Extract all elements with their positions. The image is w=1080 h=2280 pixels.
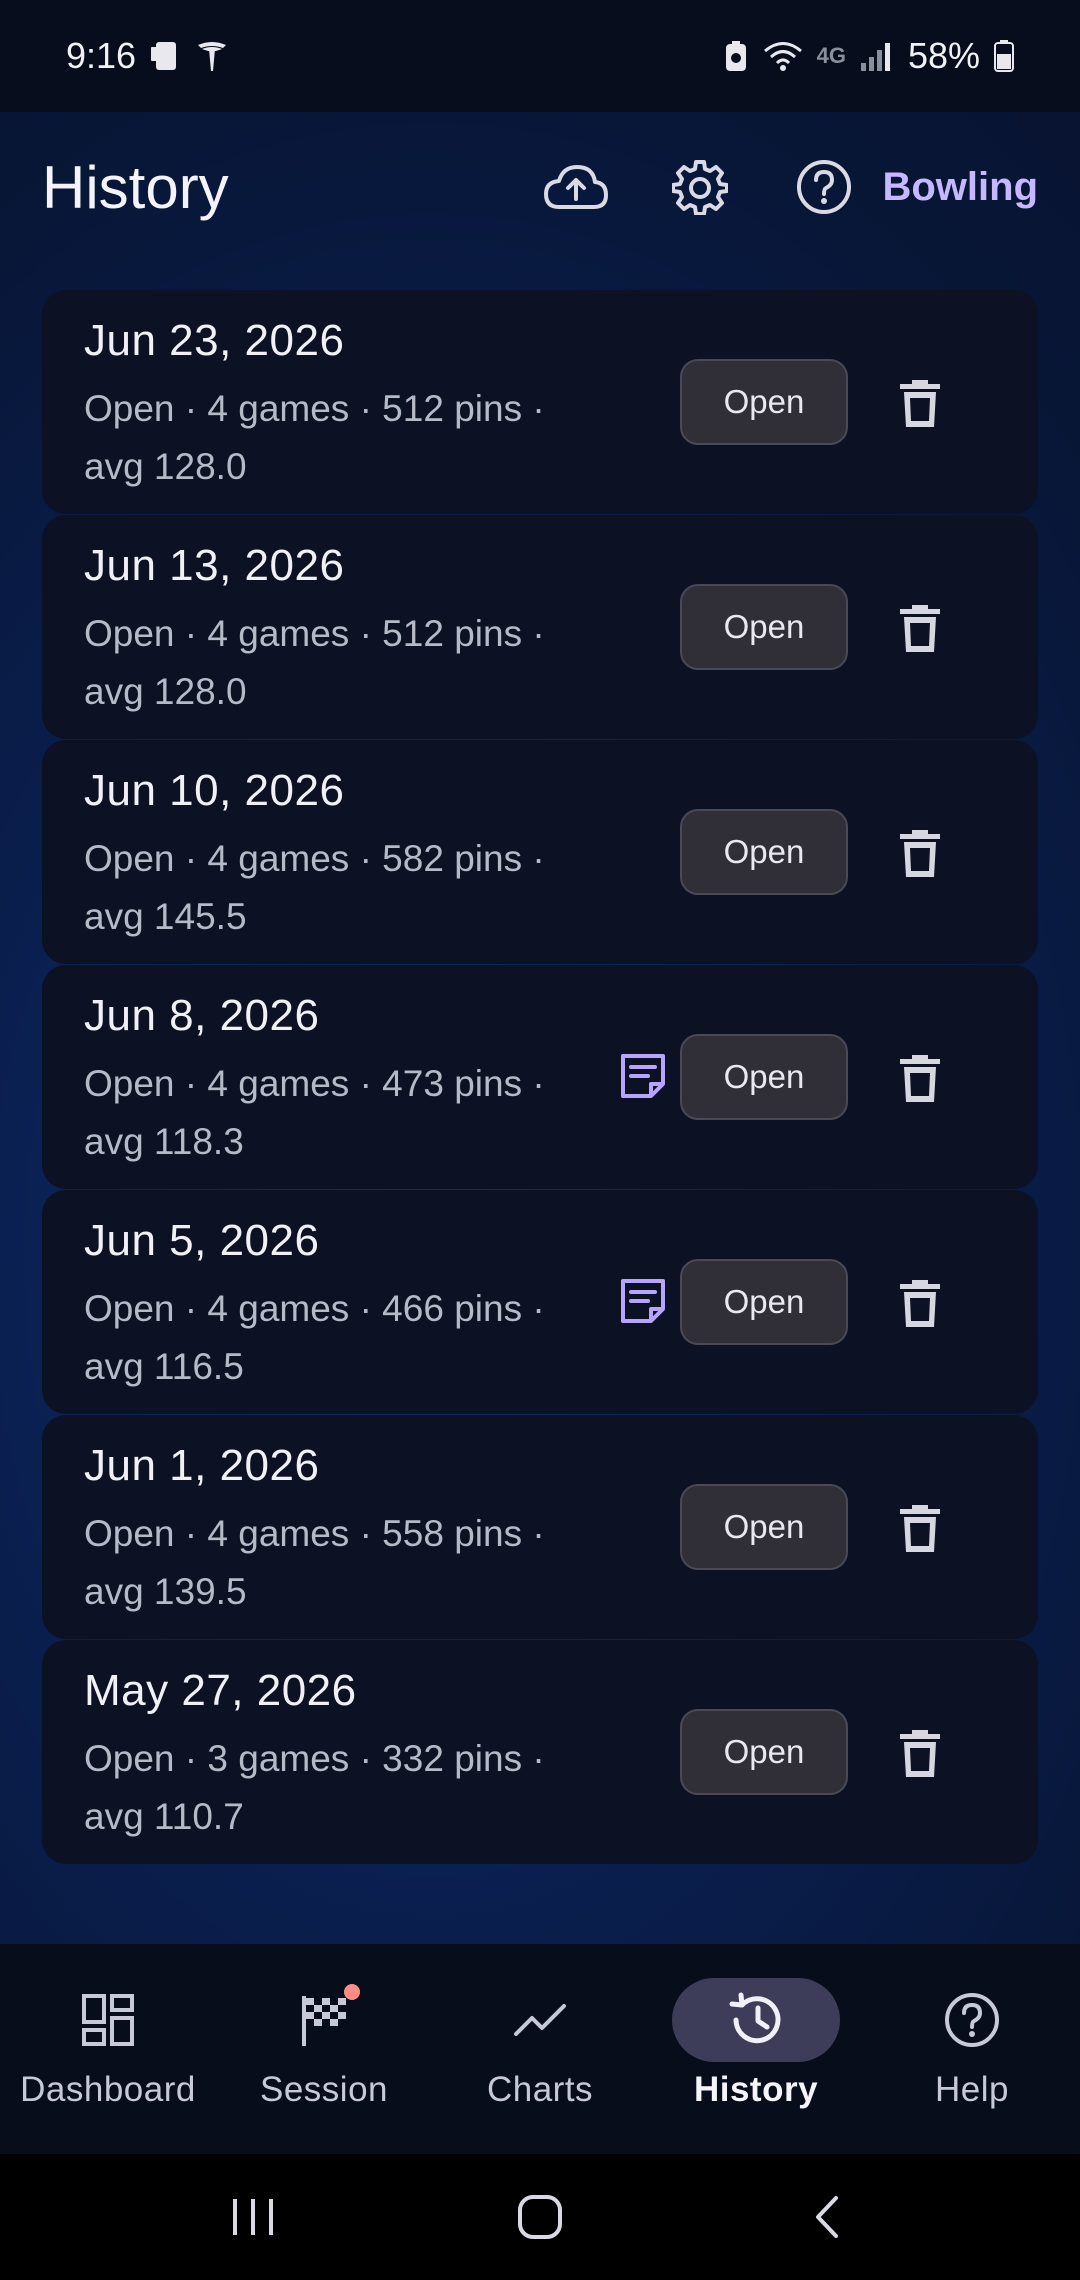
trash-icon bbox=[898, 827, 942, 879]
session-note-button[interactable] bbox=[618, 1051, 668, 1101]
gear-icon bbox=[672, 159, 729, 215]
session-summary: Open · 4 games · 582 pins · avg 145.5 bbox=[84, 838, 545, 937]
status-time: 9:16 bbox=[66, 35, 137, 76]
help-icon bbox=[796, 159, 852, 215]
battery-percent: 58% bbox=[907, 35, 980, 76]
open-session-button[interactable]: Open bbox=[680, 1484, 848, 1570]
open-session-button[interactable]: Open bbox=[680, 1034, 848, 1120]
note-icon bbox=[618, 1276, 668, 1326]
delete-session-button[interactable] bbox=[884, 1492, 956, 1564]
status-bar: 9:16 4G 58% bbox=[0, 0, 1080, 112]
history-icon bbox=[726, 1990, 786, 2050]
delete-session-button[interactable] bbox=[884, 367, 956, 439]
open-session-button[interactable]: Open bbox=[680, 1709, 848, 1795]
session-date: Jun 5, 2026 bbox=[84, 1216, 320, 1265]
notification-badge bbox=[344, 1984, 360, 2000]
session-summary: Open · 4 games · 512 pins · avg 128.0 bbox=[84, 613, 545, 712]
trash-icon bbox=[898, 377, 942, 429]
open-session-button[interactable]: Open bbox=[680, 1259, 848, 1345]
nav-item-history[interactable]: History bbox=[648, 1944, 864, 2154]
delete-session-button[interactable] bbox=[884, 1717, 956, 1789]
status-left: 9:16 bbox=[66, 35, 228, 77]
system-navigation-bar bbox=[0, 2154, 1080, 2280]
delete-session-button[interactable] bbox=[884, 592, 956, 664]
session-card: Jun 8, 2026 Open · 4 games · 473 pins · … bbox=[42, 965, 1038, 1189]
session-date: Jun 10, 2026 bbox=[84, 766, 345, 815]
trash-icon bbox=[898, 1052, 942, 1104]
session-card: Jun 23, 2026 Open · 4 games · 512 pins ·… bbox=[42, 290, 1038, 514]
nav-label: Help bbox=[935, 2070, 1009, 2109]
phone-icon bbox=[150, 39, 182, 73]
nav-label: Charts bbox=[486, 2070, 594, 2109]
session-summary: Open · 3 games · 332 pins · avg 110.7 bbox=[84, 1738, 545, 1837]
recent-apps-button[interactable] bbox=[213, 2177, 293, 2257]
bottom-navigation: Dashboard Session Charts History Help bbox=[0, 1944, 1080, 2154]
help-icon bbox=[942, 1990, 1002, 2050]
delete-session-button[interactable] bbox=[884, 817, 956, 889]
help-button[interactable] bbox=[788, 151, 860, 223]
session-history-list: Jun 23, 2026 Open · 4 games · 512 pins ·… bbox=[42, 290, 1038, 1864]
note-icon bbox=[618, 1051, 668, 1101]
session-date: Jun 8, 2026 bbox=[84, 991, 320, 1040]
trash-icon bbox=[898, 1727, 942, 1779]
cloud-upload-icon bbox=[543, 163, 609, 211]
trash-icon bbox=[898, 602, 942, 654]
dashboard-icon bbox=[78, 1990, 138, 2050]
home-icon bbox=[516, 2193, 564, 2241]
back-button[interactable] bbox=[787, 2177, 867, 2257]
app-bar: History Bowling bbox=[0, 112, 1080, 262]
checkered-flag-icon bbox=[294, 1984, 360, 2050]
session-date: Jun 23, 2026 bbox=[84, 316, 345, 365]
session-card: Jun 13, 2026 Open · 4 games · 512 pins ·… bbox=[42, 515, 1038, 739]
signal-icon bbox=[860, 41, 894, 71]
nav-item-help[interactable]: Help bbox=[864, 1944, 1080, 2154]
session-date: May 27, 2026 bbox=[84, 1666, 357, 1715]
session-summary: Open · 4 games · 466 pins · avg 116.5 bbox=[84, 1288, 545, 1387]
session-summary: Open · 4 games · 473 pins · avg 118.3 bbox=[84, 1063, 545, 1162]
session-date: Jun 13, 2026 bbox=[84, 541, 345, 590]
tesla-icon bbox=[196, 39, 228, 73]
nav-label: Dashboard bbox=[20, 2070, 196, 2109]
trash-icon bbox=[898, 1277, 942, 1329]
nav-item-dashboard[interactable]: Dashboard bbox=[0, 1944, 216, 2154]
status-right: 4G 58% bbox=[723, 35, 1014, 77]
trash-icon bbox=[898, 1502, 942, 1554]
nav-label: Session bbox=[259, 2070, 389, 2109]
recent-apps-icon bbox=[230, 2196, 276, 2238]
network-type: 4G bbox=[816, 43, 846, 68]
home-button[interactable] bbox=[500, 2177, 580, 2257]
delete-session-button[interactable] bbox=[884, 1042, 956, 1114]
app-bar-actions: Bowling bbox=[540, 151, 1038, 223]
battery-saver-icon bbox=[723, 39, 749, 73]
open-session-button[interactable]: Open bbox=[680, 809, 848, 895]
trend-line-icon bbox=[510, 1990, 570, 2050]
session-summary: Open · 4 games · 558 pins · avg 139.5 bbox=[84, 1513, 545, 1612]
session-date: Jun 1, 2026 bbox=[84, 1441, 320, 1490]
open-session-button[interactable]: Open bbox=[680, 584, 848, 670]
back-icon bbox=[812, 2194, 842, 2240]
session-card: May 27, 2026 Open · 3 games · 332 pins ·… bbox=[42, 1640, 1038, 1864]
battery-icon bbox=[994, 40, 1014, 72]
settings-button[interactable] bbox=[664, 151, 736, 223]
nav-label: History bbox=[693, 2070, 819, 2109]
session-note-button[interactable] bbox=[618, 1276, 668, 1326]
bowling-link[interactable]: Bowling bbox=[882, 165, 1038, 210]
wifi-icon bbox=[763, 40, 803, 72]
session-card: Jun 5, 2026 Open · 4 games · 466 pins · … bbox=[42, 1190, 1038, 1414]
delete-session-button[interactable] bbox=[884, 1267, 956, 1339]
open-session-button[interactable]: Open bbox=[680, 359, 848, 445]
session-card: Jun 10, 2026 Open · 4 games · 582 pins ·… bbox=[42, 740, 1038, 964]
nav-item-charts[interactable]: Charts bbox=[432, 1944, 648, 2154]
session-card: Jun 1, 2026 Open · 4 games · 558 pins · … bbox=[42, 1415, 1038, 1639]
session-summary: Open · 4 games · 512 pins · avg 128.0 bbox=[84, 388, 545, 487]
page-title: History bbox=[42, 153, 229, 221]
nav-item-session[interactable]: Session bbox=[216, 1944, 432, 2154]
cloud-upload-button[interactable] bbox=[540, 151, 612, 223]
